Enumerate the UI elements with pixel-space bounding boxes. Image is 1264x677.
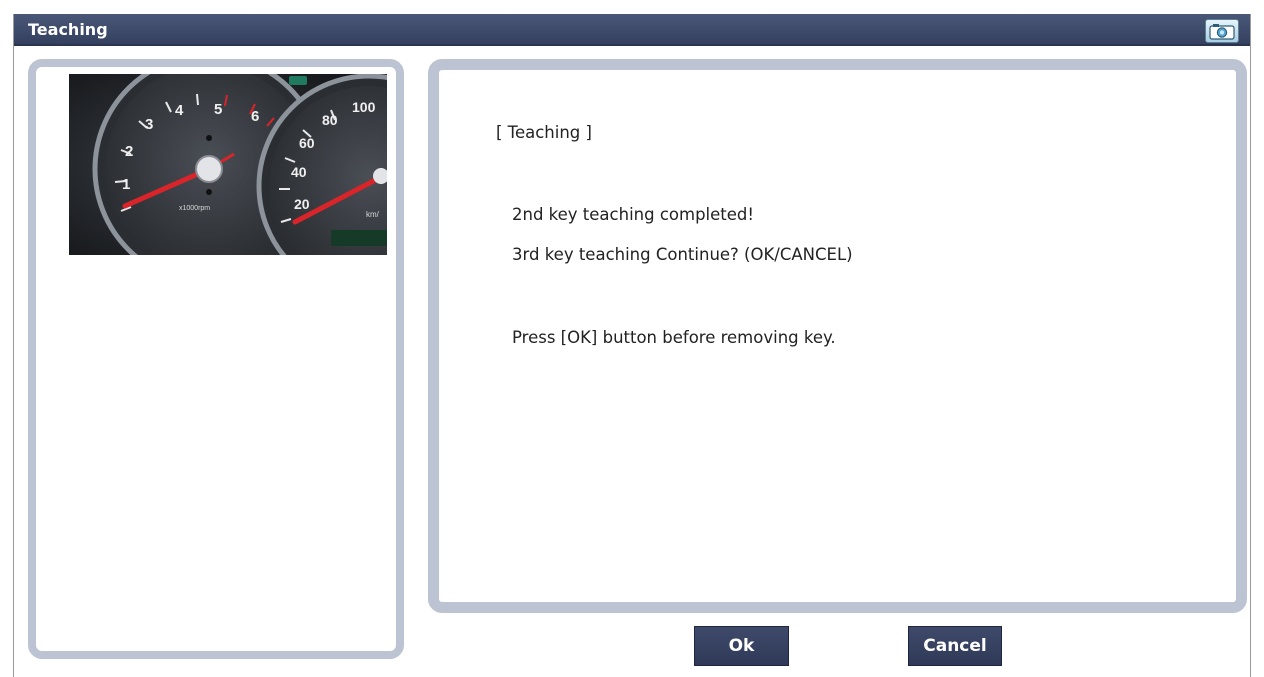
- message-panel: [ Teaching ] 2nd key teaching completed!…: [428, 59, 1247, 613]
- camera-icon: [1209, 24, 1235, 40]
- tach-label-3: 3: [145, 116, 153, 133]
- tach-label-5: 5: [214, 101, 222, 118]
- speed-label-40: 40: [291, 164, 307, 180]
- tach-label-1: 1: [122, 176, 130, 193]
- speed-label-20: 20: [294, 196, 310, 212]
- instrument-cluster-image: 1 2 3 4 5 6 x1000rpm 20 40 60 80 100 km/: [69, 74, 387, 255]
- message-line-instruction: Press [OK] button before removing key.: [512, 328, 836, 347]
- speed-label-60: 60: [299, 135, 315, 151]
- message-line-continue: 3rd key teaching Continue? (OK/CANCEL): [512, 245, 853, 264]
- image-panel: 1 2 3 4 5 6 x1000rpm 20 40 60 80 100 km/: [28, 59, 404, 659]
- speed-unit: km/: [366, 210, 380, 219]
- tach-label-6: 6: [251, 108, 259, 125]
- teaching-window: Teaching 1 2 3 4 5 6 x1000rpm 20 40 60 8…: [13, 14, 1251, 677]
- message-heading: [ Teaching ]: [496, 123, 592, 142]
- speed-label-80: 80: [322, 112, 338, 128]
- screenshot-button[interactable]: [1205, 19, 1239, 43]
- window-title: Teaching: [28, 20, 108, 39]
- tach-label-2: 2: [125, 143, 133, 160]
- tach-label-4: 4: [175, 102, 184, 119]
- speed-label-100: 100: [352, 99, 376, 115]
- title-bar: Teaching: [14, 14, 1250, 46]
- message-line-completed: 2nd key teaching completed!: [512, 205, 754, 224]
- ok-button[interactable]: Ok: [694, 626, 789, 666]
- cancel-button[interactable]: Cancel: [908, 626, 1002, 666]
- tach-unit: x1000rpm: [179, 205, 210, 212]
